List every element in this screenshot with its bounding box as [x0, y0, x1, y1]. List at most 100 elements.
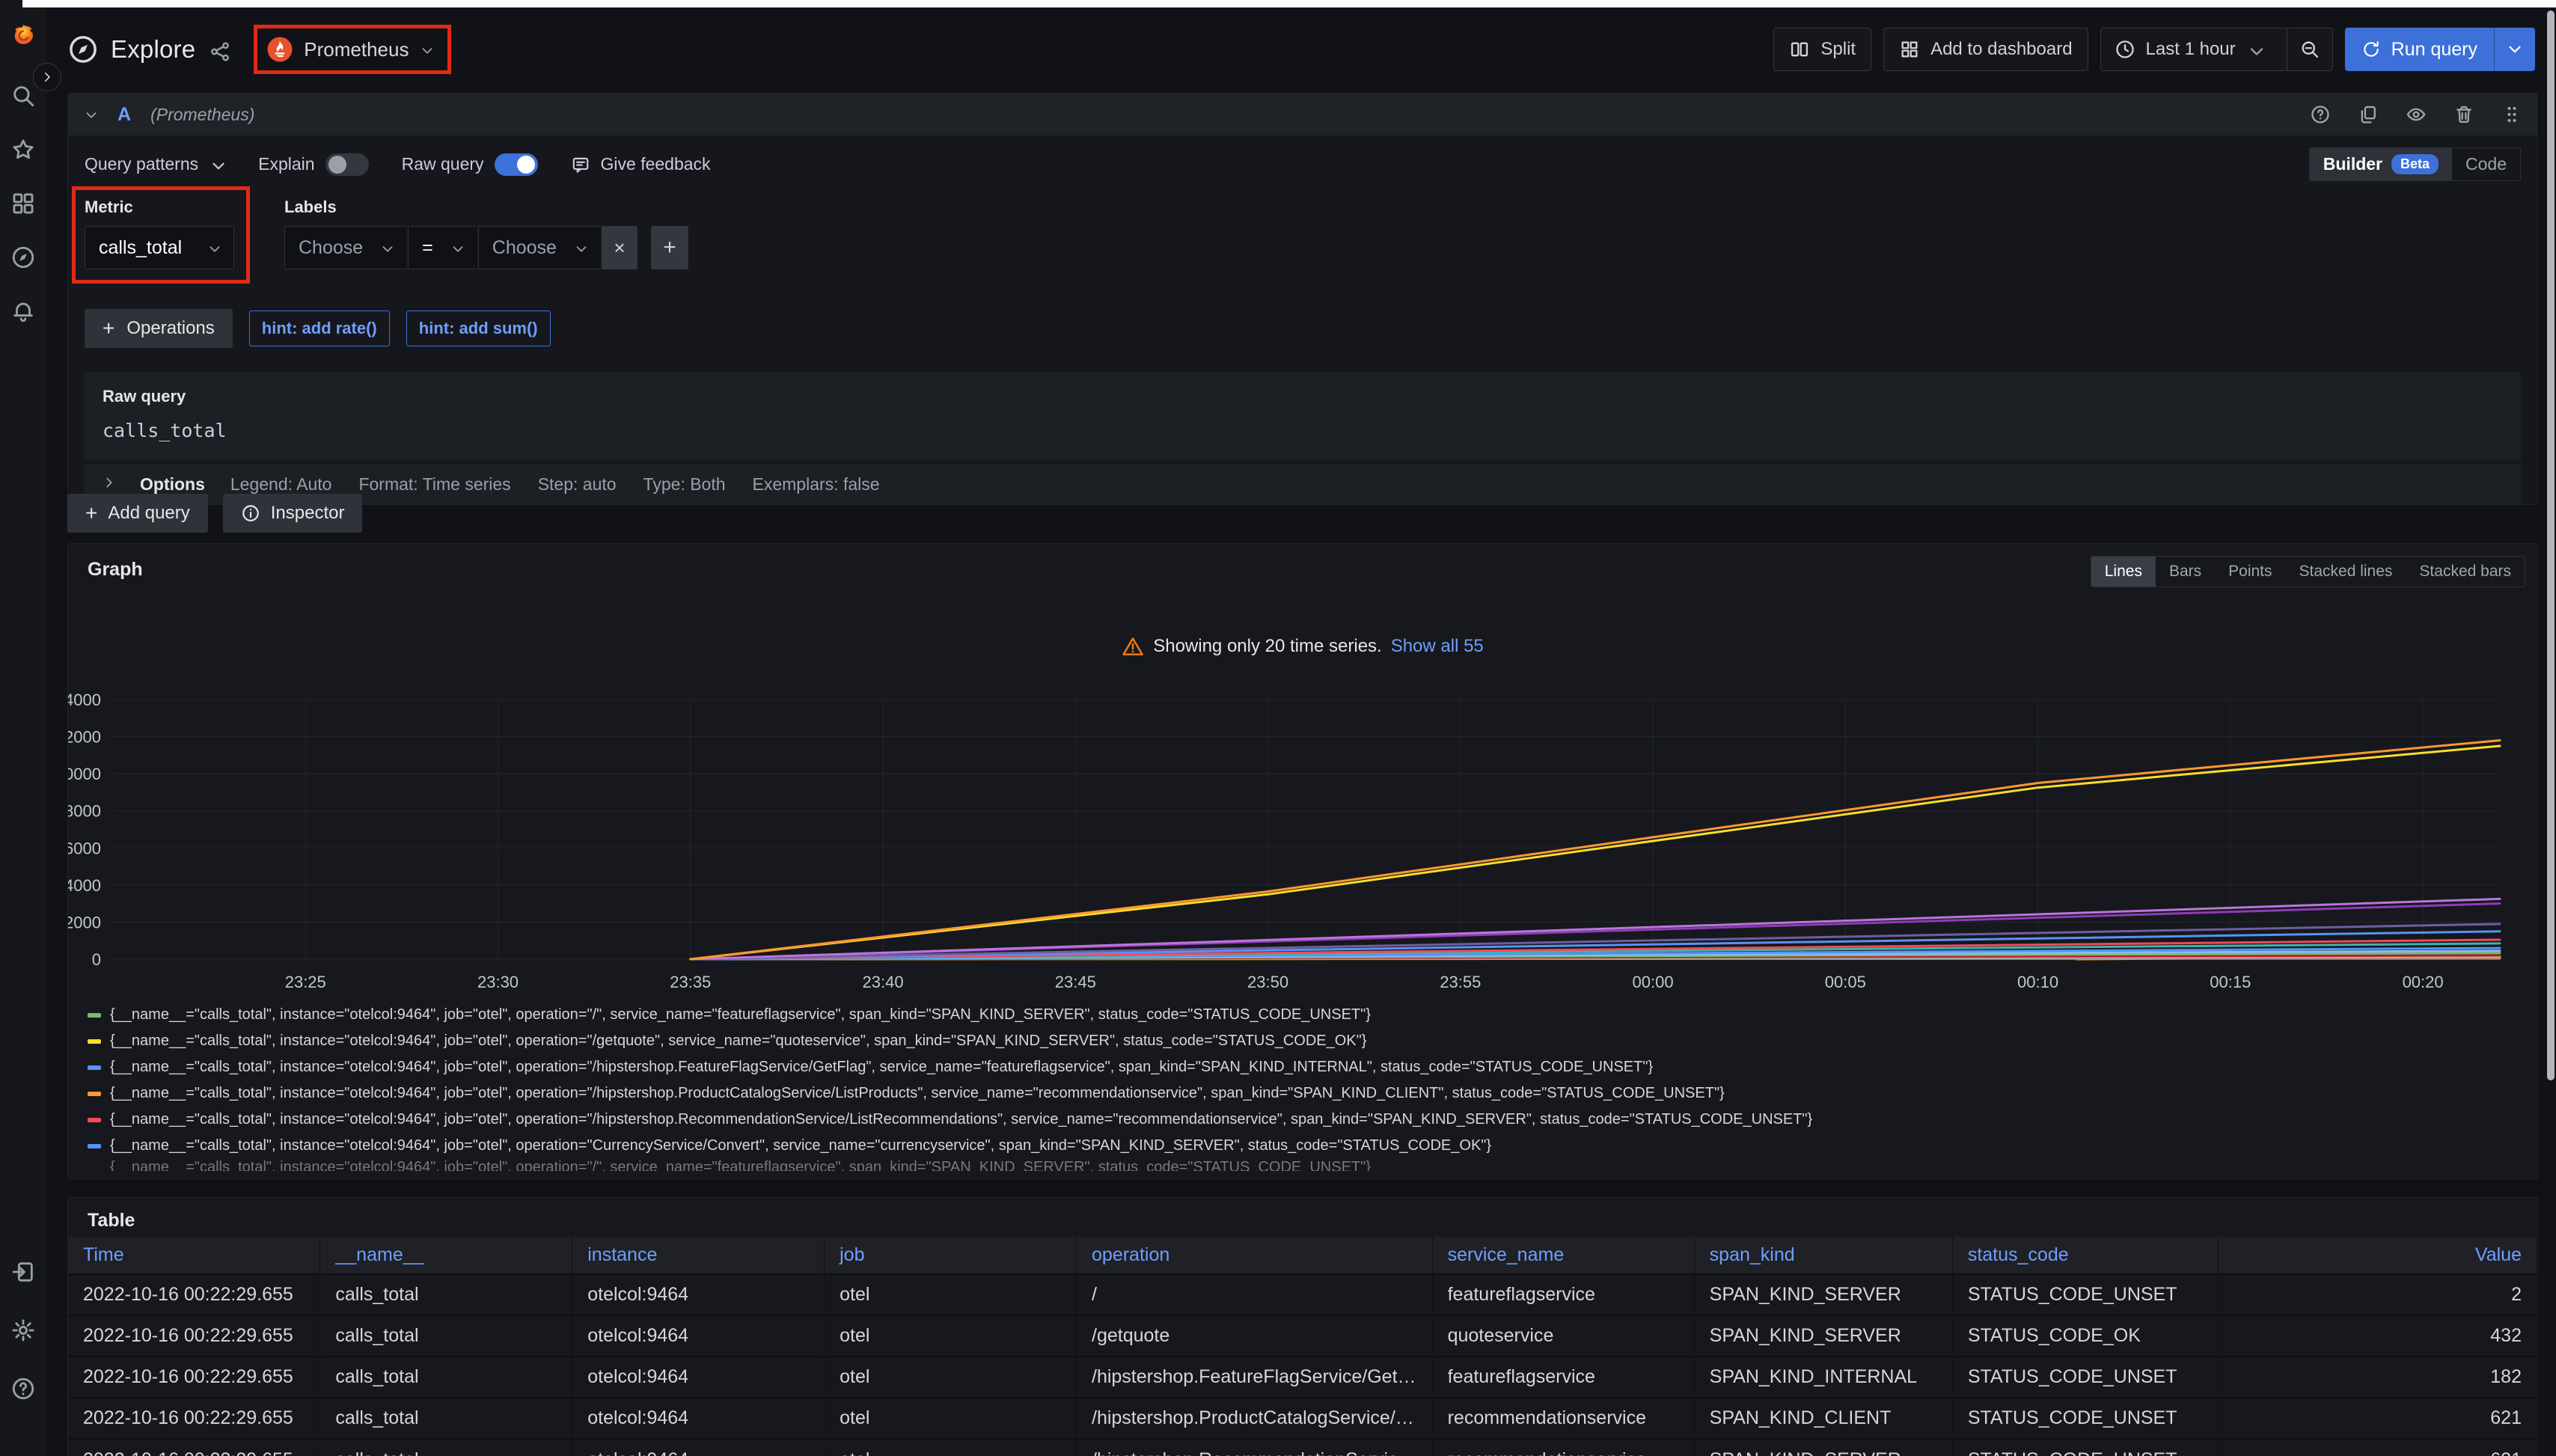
datasource-picker[interactable]: Prometheus — [266, 36, 435, 63]
add-operations-button[interactable]: + Operations — [85, 309, 233, 348]
raw-query-box-label: Raw query — [103, 387, 2503, 406]
time-picker-group: Last 1 hour — [2100, 28, 2333, 71]
run-query-button[interactable]: Run query — [2345, 28, 2535, 71]
legend-swatch — [88, 1065, 101, 1070]
legend-item[interactable]: {__name__="calls_total", instance="otelc… — [88, 1107, 2522, 1133]
table-cell: 182 — [2218, 1356, 2537, 1398]
column-header-service-name[interactable]: service_name — [1432, 1237, 1694, 1274]
metric-select[interactable]: calls_total — [85, 226, 234, 269]
options-row[interactable]: Options Legend: AutoFormat: Time seriesS… — [85, 464, 2521, 504]
time-range-button[interactable]: Last 1 hour — [2101, 28, 2276, 70]
give-feedback-link[interactable]: Give feedback — [571, 154, 711, 174]
add-to-dashboard-button[interactable]: Add to dashboard — [1883, 28, 2088, 71]
svg-text:23:25: 23:25 — [285, 973, 326, 991]
label-operator-select[interactable]: = — [408, 226, 477, 269]
table-cell: featureflagservice — [1432, 1356, 1694, 1398]
legend-label: {__name__="calls_total", instance="otelc… — [110, 1033, 1366, 1050]
column-header-value[interactable]: Value — [2218, 1237, 2537, 1274]
column-header-instance[interactable]: instance — [572, 1237, 825, 1274]
add-label-filter-button[interactable]: + — [651, 226, 688, 269]
split-button[interactable]: Split — [1773, 28, 1871, 71]
help-circle-icon[interactable] — [2310, 104, 2331, 125]
table-cell: 432 — [2218, 1315, 2537, 1356]
column-header-status-code[interactable]: status_code — [1952, 1237, 2218, 1274]
starred-icon[interactable] — [10, 136, 37, 163]
code-tab[interactable]: Code — [2452, 148, 2520, 180]
eye-icon[interactable] — [2406, 104, 2427, 125]
settings-gear-icon[interactable] — [10, 1317, 37, 1344]
svg-text:2000: 2000 — [68, 913, 101, 932]
legend-item[interactable]: {__name__="calls_total", instance="otelc… — [88, 1080, 2522, 1107]
sidebar-expand-button[interactable] — [33, 63, 61, 91]
inspector-button[interactable]: Inspector — [223, 494, 363, 533]
grafana-logo-icon[interactable] — [6, 18, 40, 52]
table-cell: STATUS_CODE_OK — [1952, 1315, 2218, 1356]
help-icon[interactable] — [10, 1375, 37, 1402]
column-header-span-kind[interactable]: span_kind — [1694, 1237, 1952, 1274]
time-series-chart[interactable]: 0200040006000800010000120001400023:2523:… — [68, 544, 2537, 1008]
table-cell: SPAN_KIND_CLIENT — [1694, 1398, 1952, 1439]
legend-item[interactable]: {__name__="calls_total", instance="otelc… — [88, 1002, 2522, 1028]
table-cell: calls_total — [320, 1356, 572, 1398]
page-scrollbar[interactable] — [2546, 7, 2556, 1456]
hint-button-hint-add-rate-[interactable]: hint: add rate() — [249, 311, 390, 346]
legend-swatch — [88, 1039, 101, 1044]
zoom-out-time-button[interactable] — [2287, 28, 2332, 70]
scrollbar-thumb[interactable] — [2547, 10, 2555, 1080]
table-cell: featureflagservice — [1432, 1274, 1694, 1315]
drag-handle-icon[interactable] — [2501, 104, 2522, 125]
hint-button-hint-add-sum-[interactable]: hint: add sum() — [406, 311, 551, 346]
legend-item[interactable]: {__name__="calls_total", instance="otelc… — [88, 1028, 2522, 1054]
svg-text:8000: 8000 — [68, 802, 101, 821]
label-value-select[interactable]: Choose — [478, 226, 600, 269]
table-cell: calls_total — [320, 1398, 572, 1439]
table-cell: 2022-10-16 00:22:29.655 — [68, 1398, 320, 1439]
annotation-datasource-highlight: Prometheus — [254, 25, 451, 74]
raw-query-text: calls_total — [103, 420, 2503, 441]
collapse-chevron-icon[interactable] — [83, 107, 98, 122]
svg-text:23:50: 23:50 — [1247, 973, 1288, 991]
raw-query-toggle[interactable] — [495, 153, 538, 176]
table-cell: /hipstershop.ProductCatalogService/ListP… — [1077, 1398, 1433, 1439]
label-key-select[interactable]: Choose — [284, 226, 406, 269]
query-ref-id: A — [111, 103, 137, 127]
legend-swatch — [88, 1013, 101, 1018]
svg-text:00:15: 00:15 — [2210, 973, 2251, 991]
explain-toggle[interactable] — [325, 153, 369, 176]
column-header-operation[interactable]: operation — [1077, 1237, 1433, 1274]
column-header--name-[interactable]: __name__ — [320, 1237, 572, 1274]
explain-label: Explain — [258, 154, 314, 174]
table-cell: otelcol:9464 — [572, 1315, 825, 1356]
plus-icon: + — [103, 316, 114, 340]
table-cell: recommendationservice — [1432, 1439, 1694, 1456]
option-summary-item: Format: Time series — [358, 474, 510, 495]
table-cell: STATUS_CODE_UNSET — [1952, 1356, 2218, 1398]
svg-text:10000: 10000 — [68, 765, 101, 783]
builder-tab[interactable]: Builder Beta — [2310, 148, 2452, 180]
share-icon[interactable] — [209, 40, 231, 63]
legend-item[interactable]: {__name__="calls_total", instance="otelc… — [88, 1133, 2522, 1159]
dashboards-icon[interactable] — [10, 190, 37, 217]
table-cell: SPAN_KIND_INTERNAL — [1694, 1356, 1952, 1398]
run-query-caret[interactable] — [2494, 28, 2535, 71]
svg-text:4000: 4000 — [68, 876, 101, 895]
sign-in-icon[interactable] — [10, 1258, 37, 1285]
column-header-job[interactable]: job — [825, 1237, 1077, 1274]
legend-item[interactable]: {__name__="calls_total", instance="otelc… — [88, 1054, 2522, 1080]
search-icon[interactable] — [10, 82, 37, 109]
alerting-bell-icon[interactable] — [10, 298, 37, 325]
annotation-metric-highlight: Metric calls_total — [72, 186, 250, 284]
header-actions: Split Add to dashboard Last 1 hour — [1773, 28, 2535, 71]
copy-icon[interactable] — [2358, 104, 2379, 125]
chevron-down-icon — [379, 241, 393, 254]
query-datasource-hint: (Prometheus) — [150, 105, 254, 125]
trash-icon[interactable] — [2453, 104, 2474, 125]
explore-compass-icon[interactable] — [10, 244, 37, 271]
option-summary-item: Legend: Auto — [230, 474, 332, 495]
add-query-button[interactable]: + Add query — [67, 494, 208, 533]
table-cell: 621 — [2218, 1439, 2537, 1456]
column-header-time[interactable]: Time — [68, 1237, 320, 1274]
table-cell: otelcol:9464 — [572, 1439, 825, 1456]
query-patterns-dropdown[interactable]: Query patterns — [85, 154, 225, 174]
remove-label-filter-button[interactable]: × — [602, 226, 638, 269]
